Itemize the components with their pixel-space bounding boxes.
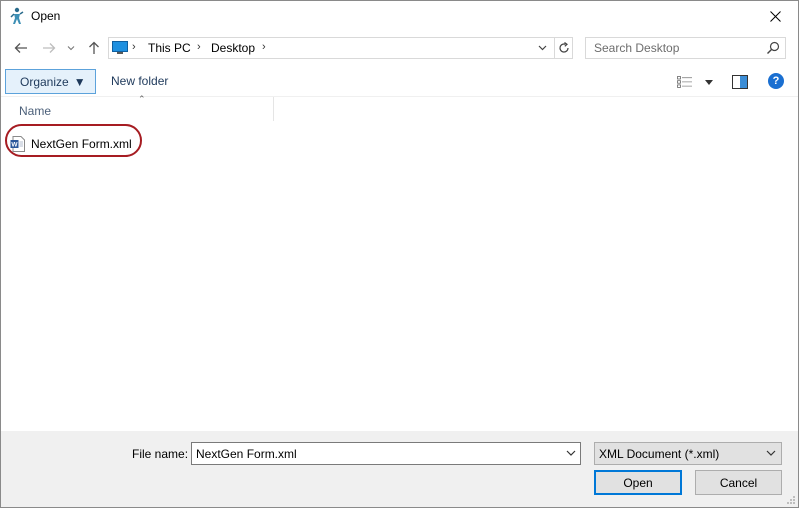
window-title: Open: [31, 9, 61, 23]
chevron-down-icon[interactable]: [566, 448, 576, 458]
address-history-dropdown[interactable]: [534, 40, 550, 56]
navigation-bar: › This PC › Desktop › Search Desktop: [1, 34, 798, 64]
dialog-footer: File name: NextGen Form.xml XML Document…: [1, 431, 798, 507]
organize-label: Organize: [20, 74, 69, 89]
resize-grip-icon[interactable]: [786, 495, 796, 505]
help-button[interactable]: ?: [768, 73, 784, 89]
breadcrumb-separator-icon: ›: [197, 41, 201, 53]
file-name-value: NextGen Form.xml: [196, 447, 297, 461]
column-name-label: Name: [19, 104, 52, 118]
refresh-button[interactable]: [554, 38, 573, 58]
refresh-icon: [559, 42, 569, 53]
change-view-button[interactable]: [677, 72, 713, 92]
open-button[interactable]: Open: [594, 470, 682, 495]
caret-down-icon: ▼: [73, 74, 86, 89]
chevron-down-icon: [67, 46, 75, 51]
column-header-name[interactable]: ⌃ Name: [1, 94, 274, 121]
file-name: NextGen Form.xml: [31, 137, 132, 151]
app-icon: [10, 7, 24, 24]
sort-ascending-icon: ⌃: [138, 94, 146, 104]
file-type-filter-value: XML Document (*.xml): [599, 447, 720, 461]
help-icon: ?: [772, 75, 780, 87]
file-list[interactable]: ⌃ Name W NextGen Form.xml: [1, 94, 798, 431]
chevron-down-icon: [538, 45, 546, 51]
cancel-button[interactable]: Cancel: [695, 470, 782, 495]
new-folder-button[interactable]: New folder: [111, 74, 168, 88]
this-pc-icon: [112, 41, 128, 54]
up-button[interactable]: [84, 38, 104, 58]
file-name-input[interactable]: NextGen Form.xml: [191, 442, 581, 465]
word-xml-document-icon: W: [10, 136, 25, 152]
breadcrumb-separator-icon: ›: [132, 41, 136, 53]
chevron-down-icon: [766, 450, 776, 456]
address-bar[interactable]: › This PC › Desktop ›: [108, 37, 573, 59]
command-bar: Organize ▼ New folder ?: [1, 68, 798, 97]
details-view-icon: [677, 76, 692, 88]
arrow-up-icon: [89, 41, 99, 54]
recent-locations-button[interactable]: [64, 38, 78, 58]
preview-pane-icon[interactable]: [732, 74, 748, 90]
file-name-label: File name:: [132, 447, 189, 461]
breadcrumb-desktop[interactable]: Desktop: [211, 41, 255, 55]
file-type-filter-select[interactable]: XML Document (*.xml): [594, 442, 782, 465]
arrow-right-icon: [43, 43, 56, 53]
close-button[interactable]: [752, 1, 798, 31]
search-input[interactable]: Search Desktop: [585, 37, 786, 59]
breadcrumb-separator-icon: ›: [262, 41, 266, 53]
search-placeholder: Search Desktop: [594, 41, 680, 55]
breadcrumb-this-pc[interactable]: This PC: [148, 41, 191, 55]
open-file-dialog: Open › This PC › Desktop › Search Deskto…: [0, 0, 799, 508]
back-button[interactable]: [11, 38, 31, 58]
forward-button[interactable]: [39, 38, 59, 58]
close-icon: [769, 10, 781, 22]
arrow-left-icon: [14, 43, 27, 53]
svg-text:W: W: [11, 142, 18, 149]
title-bar: Open: [1, 1, 798, 31]
search-icon: [767, 41, 780, 54]
caret-down-icon: [705, 79, 713, 85]
organize-button[interactable]: Organize ▼: [5, 69, 96, 94]
list-item[interactable]: W NextGen Form.xml: [10, 135, 132, 153]
